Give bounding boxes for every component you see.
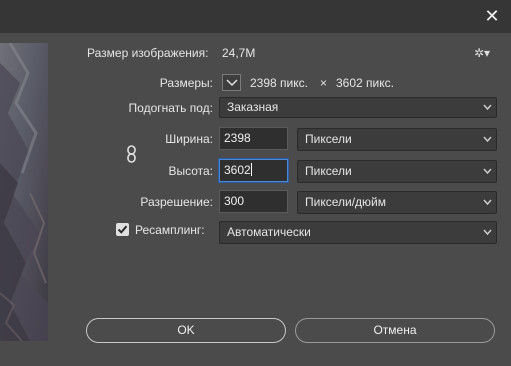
height-label: Высота:: [168, 164, 213, 178]
fit-to-select[interactable]: Заказная: [219, 97, 497, 118]
width-unit-value: Пиксели: [305, 132, 352, 146]
height-unit-value: Пиксели: [305, 164, 352, 178]
gear-icon[interactable]: ✲▾: [474, 46, 494, 62]
dimensions-separator: ×: [320, 76, 328, 90]
width-label: Ширина:: [165, 132, 213, 146]
chevron-down-icon: [226, 79, 238, 87]
resample-checkbox[interactable]: [116, 223, 129, 236]
dimensions-label: Размеры:: [159, 76, 213, 90]
checkmark-icon: [117, 225, 128, 234]
resolution-input[interactable]: 300: [219, 190, 288, 213]
width-input[interactable]: 2398: [219, 127, 288, 150]
chevron-down-icon: [483, 168, 492, 175]
image-preview[interactable]: [0, 43, 48, 341]
chevron-down-icon: [483, 104, 492, 111]
resolution-unit-value: Пиксели/дюйм: [305, 195, 386, 209]
chevron-down-icon: [483, 199, 492, 206]
image-size-value: 24,7M: [222, 46, 256, 60]
resolution-unit-select[interactable]: Пиксели/дюйм: [297, 191, 497, 214]
height-input-value: 3602: [224, 163, 251, 177]
resample-method-select[interactable]: Автоматически: [219, 221, 497, 244]
resample-label: Ресамплинг:: [135, 223, 205, 237]
resolution-label: Разрешение:: [140, 195, 213, 209]
preview-image: [0, 43, 48, 341]
resample-method-value: Автоматически: [227, 225, 311, 239]
close-icon[interactable]: ✕: [481, 5, 503, 27]
dimensions-width: 2398 пикс.: [250, 76, 308, 90]
cancel-button[interactable]: Отмена: [295, 318, 495, 343]
height-input[interactable]: 3602: [219, 159, 288, 182]
ok-button[interactable]: OK: [86, 318, 286, 343]
text-caret: [250, 163, 252, 176]
image-size-label: Размер изображения:: [87, 46, 209, 60]
constrain-proportions-link-icon[interactable]: [126, 145, 138, 163]
fit-to-label: Подогнать под:: [128, 101, 213, 115]
dimensions-height: 3602 пикс.: [336, 76, 394, 90]
fit-to-value: Заказная: [227, 100, 279, 114]
chevron-down-icon: [483, 229, 492, 236]
width-unit-select[interactable]: Пиксели: [297, 128, 497, 151]
dialog-titlebar: ✕: [0, 0, 511, 33]
dimensions-unit-dropdown[interactable]: [222, 74, 241, 91]
height-unit-select[interactable]: Пиксели: [297, 160, 497, 183]
chevron-down-icon: [483, 136, 492, 143]
